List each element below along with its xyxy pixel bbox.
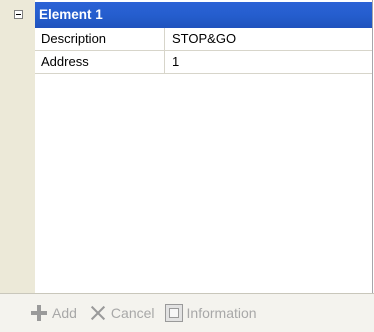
property-row-address[interactable]: Address 1 [35, 51, 372, 74]
add-button[interactable]: Add [30, 299, 77, 327]
information-label: Information [186, 305, 257, 321]
add-label: Add [52, 305, 77, 321]
property-row-description[interactable]: Description STOP&GO [35, 28, 372, 51]
bottom-toolbar: Add Cancel Information [0, 293, 374, 332]
property-name: Address [35, 51, 165, 73]
collapse-toggle-icon[interactable] [14, 10, 23, 19]
category-header[interactable]: Element 1 [35, 2, 372, 28]
property-name: Description [35, 28, 165, 50]
cancel-label: Cancel [110, 305, 155, 321]
information-button[interactable]: Information [164, 299, 257, 327]
x-icon [89, 304, 107, 322]
grid-gutter [0, 0, 35, 293]
category-row-element-1[interactable]: Element 1 [0, 0, 372, 28]
info-icon [164, 304, 183, 322]
plus-icon [30, 304, 48, 322]
property-grid: Element 1 Description STOP&GO Address 1 [0, 0, 373, 293]
cancel-button[interactable]: Cancel [89, 299, 155, 327]
property-value[interactable]: STOP&GO [166, 28, 372, 50]
property-value[interactable]: 1 [166, 51, 372, 73]
category-title: Element 1 [39, 7, 103, 22]
